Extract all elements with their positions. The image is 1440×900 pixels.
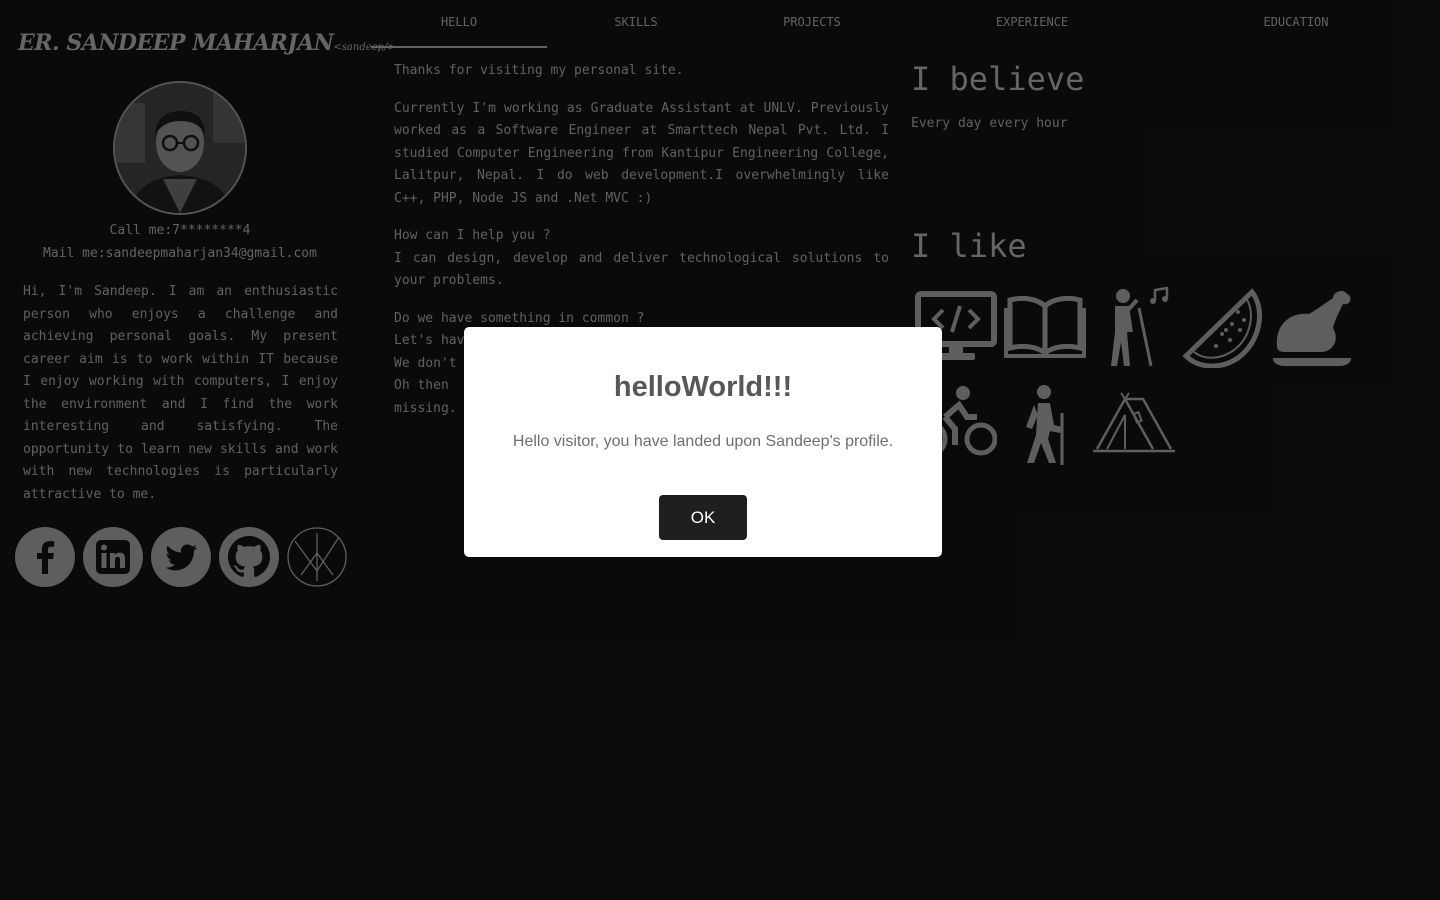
ok-button[interactable]: OK <box>659 495 747 540</box>
modal-message: Hello visitor, you have landed upon Sand… <box>512 433 894 450</box>
modal-title: helloWorld!!! <box>613 371 793 403</box>
welcome-modal: helloWorld!!! Hello visitor, you have la… <box>464 327 942 557</box>
